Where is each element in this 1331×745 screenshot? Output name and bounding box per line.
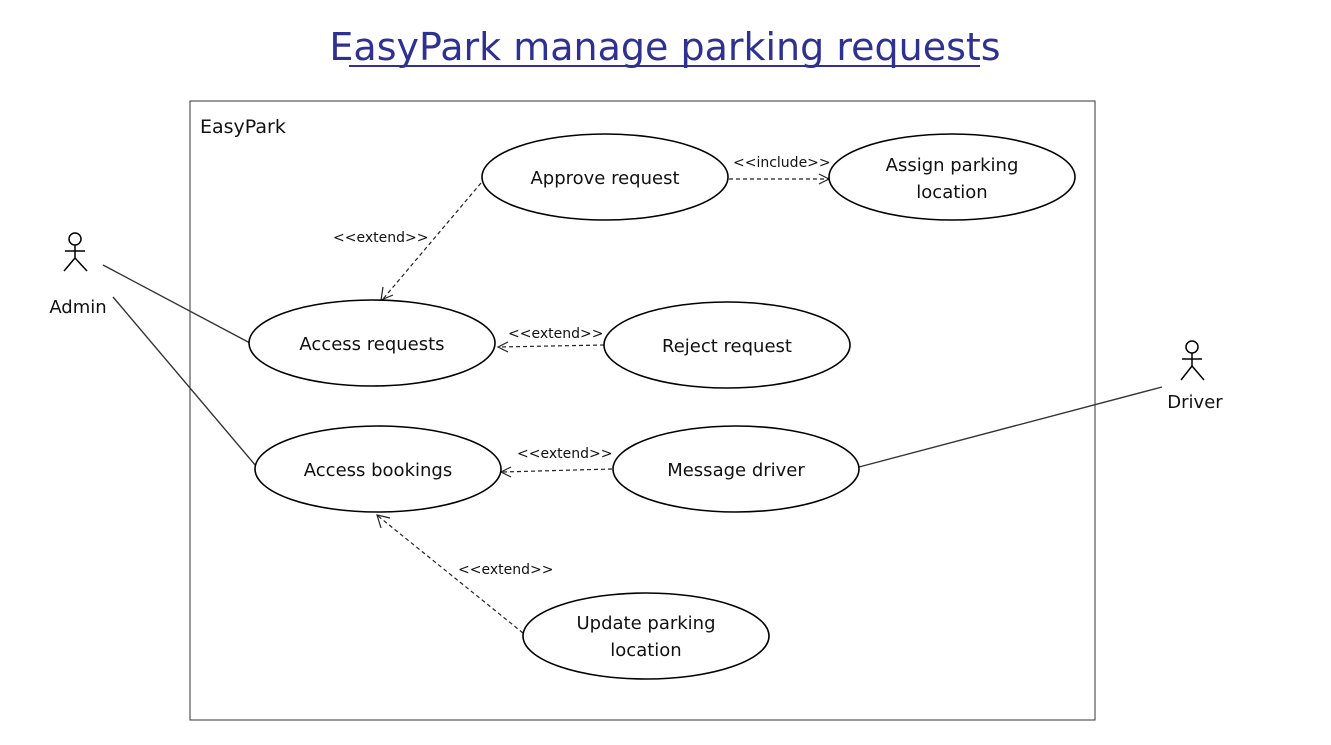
actor-driver[interactable]: Driver xyxy=(1167,340,1223,413)
use-case-label: Reject request xyxy=(662,336,792,357)
use-case-access-requests[interactable]: Access requests xyxy=(248,299,496,387)
use-case-label: Message driver xyxy=(667,460,805,481)
use-case-diagram: EasyPark manage parking requests EasyPar… xyxy=(49,25,1223,721)
actor-admin[interactable]: Admin xyxy=(49,232,107,318)
extend-label-message: <<extend>> xyxy=(517,446,612,462)
use-case-label-line-1: Assign parking xyxy=(886,155,1019,176)
use-case-label: Access bookings xyxy=(304,460,452,481)
actor-label: Admin xyxy=(49,297,106,318)
extend-label-update: <<extend>> xyxy=(458,562,553,578)
use-case-access-bookings[interactable]: Access bookings xyxy=(254,425,502,513)
extend-label-reject: <<extend>> xyxy=(508,326,603,342)
extend-reject-to-access-requests xyxy=(496,341,605,353)
use-case-label-line-2: location xyxy=(610,640,681,661)
use-case-label-line-1: Update parking xyxy=(576,613,715,634)
system-boundary-label: EasyPark xyxy=(200,116,286,138)
use-case-label: Approve request xyxy=(530,168,679,189)
extend-label-approve: <<extend>> xyxy=(333,230,428,246)
association-admin-access-requests xyxy=(102,264,251,344)
use-case-label-line-2: location xyxy=(916,182,987,203)
use-case-label: Access requests xyxy=(299,334,444,355)
include-label: <<include>> xyxy=(733,155,831,171)
diagram-title: EasyPark manage parking requests xyxy=(329,25,1000,69)
use-case-update-parking-location[interactable]: Update parking location xyxy=(522,592,770,680)
use-case-assign-parking-location[interactable]: Assign parking location xyxy=(828,133,1076,221)
extend-message-to-access-bookings xyxy=(499,466,613,478)
include-approve-to-assign xyxy=(729,173,831,185)
stick-figure-icon xyxy=(63,232,88,272)
use-case-approve-request[interactable]: Approve request xyxy=(481,133,729,221)
actor-label: Driver xyxy=(1167,392,1223,413)
use-case-message-driver[interactable]: Message driver xyxy=(612,425,860,513)
use-case-reject-request[interactable]: Reject request xyxy=(603,301,851,389)
stick-figure-icon xyxy=(1180,340,1205,381)
association-admin-access-bookings xyxy=(112,296,257,467)
association-driver-message-driver xyxy=(858,386,1163,468)
